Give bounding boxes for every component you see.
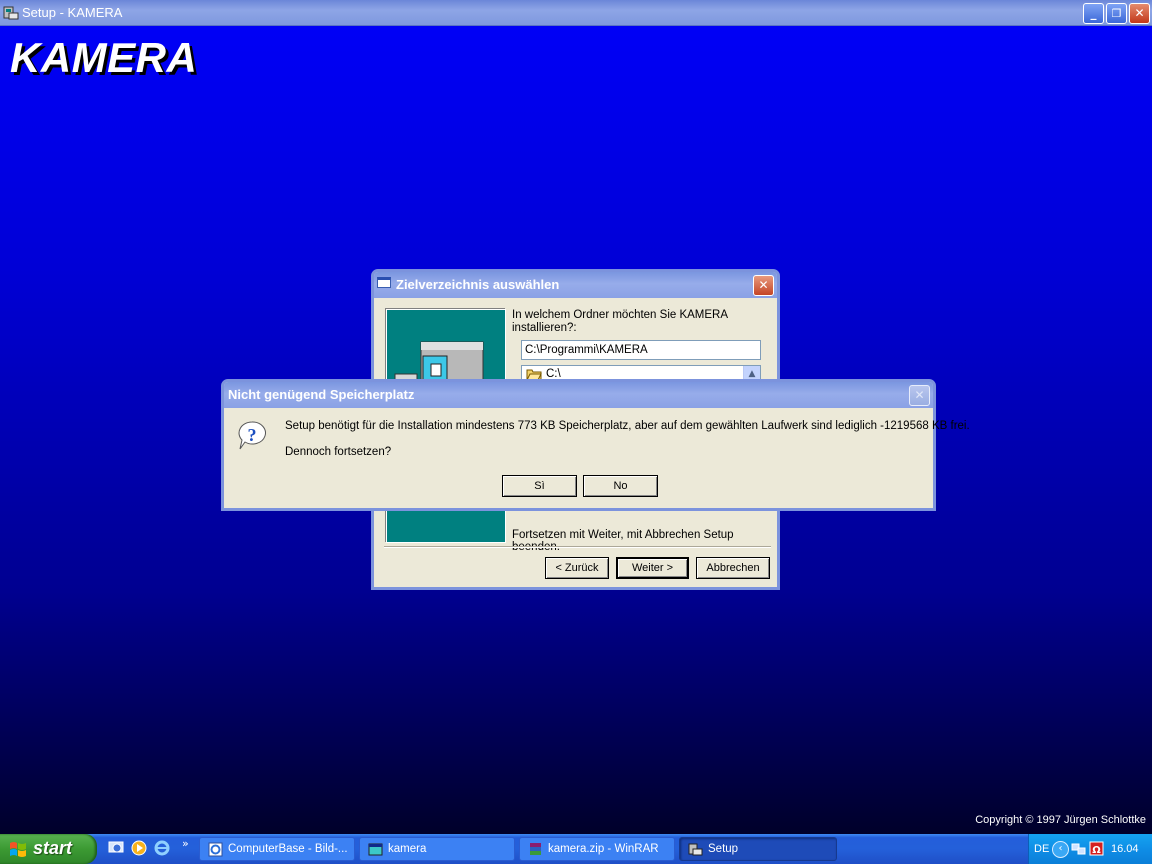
destination-dialog-titlebar: Zielverzeichnis auswählen ✕: [374, 272, 777, 298]
show-hidden-icons-button[interactable]: ‹: [1052, 841, 1069, 858]
copyright-text: Copyright © 1997 Jürgen Schlottke: [975, 814, 1146, 826]
close-icon[interactable]: ✕: [753, 275, 774, 296]
system-tray: DE ‹ Ω 16.04: [1028, 834, 1152, 864]
taskbar-item-label: Setup: [708, 843, 739, 855]
install-path-input[interactable]: [521, 340, 761, 360]
svg-text:Ω: Ω: [1092, 845, 1101, 856]
taskbar-item-label: kamera: [388, 843, 427, 855]
winrar-icon: [530, 843, 541, 855]
start-button[interactable]: start: [0, 834, 97, 864]
question-icon: ?: [238, 421, 266, 450]
folder-prompt: In welchem Ordner möchten Sie KAMERA ins…: [512, 309, 728, 334]
svg-text:?: ?: [248, 425, 257, 445]
window-icon: [377, 277, 391, 288]
message-box-titlebar: Nicht genügend Speicherplatz ✕: [224, 382, 933, 408]
taskbar-item-kamera[interactable]: kamera: [359, 837, 515, 861]
taskbar: start » ComputerBase - Bild-... kamera k…: [0, 834, 1152, 864]
antivirus-icon[interactable]: Ω: [1089, 841, 1104, 856]
taskbar-item-label: ComputerBase - Bild-...: [228, 843, 348, 855]
browser-icon: [208, 842, 223, 857]
close-button[interactable]: ✕: [1129, 3, 1150, 24]
taskbar-item-label: kamera.zip - WinRAR: [548, 843, 659, 855]
windows-logo-icon: [10, 842, 26, 857]
setup-icon: [688, 843, 703, 856]
clock: 16.04: [1111, 843, 1139, 855]
yes-button[interactable]: Sì: [502, 475, 577, 497]
product-banner: KAMERA: [10, 34, 198, 81]
no-button[interactable]: No: [583, 475, 658, 497]
next-button[interactable]: Weiter >: [616, 557, 689, 579]
internet-explorer-icon[interactable]: [154, 840, 170, 856]
media-player-icon[interactable]: [131, 840, 147, 856]
back-button[interactable]: < Zurück: [545, 557, 609, 579]
start-label: start: [33, 838, 73, 858]
message-box: Nicht genügend Speicherplatz ✕ ? Setup b…: [221, 379, 970, 511]
network-icon[interactable]: [1071, 841, 1086, 856]
message-box-title: Nicht genügend Speicherplatz: [228, 387, 415, 402]
minimize-button[interactable]: _: [1083, 3, 1104, 24]
setup-icon: [3, 6, 19, 20]
destination-dialog-title: Zielverzeichnis auswählen: [396, 277, 560, 292]
close-icon[interactable]: ✕: [909, 385, 930, 406]
taskbar-item-winrar[interactable]: kamera.zip - WinRAR: [519, 837, 675, 861]
quick-launch-more[interactable]: »: [182, 837, 189, 850]
taskbar-item-browser[interactable]: ComputerBase - Bild-...: [199, 837, 355, 861]
restore-button[interactable]: ❐: [1106, 3, 1127, 24]
divider: [384, 546, 771, 548]
window-title: Setup - KAMERA: [22, 5, 123, 20]
message-text: Setup benötigt für die Installation mind…: [285, 420, 970, 432]
desktop-icon[interactable]: [108, 840, 124, 856]
taskbar-item-setup[interactable]: Setup: [679, 837, 837, 861]
main-titlebar: Setup - KAMERA _ ❐ ✕: [0, 0, 1152, 26]
question-text: Dennoch fortsetzen?: [285, 446, 392, 458]
cancel-button[interactable]: Abbrechen: [696, 557, 770, 579]
continue-hint: Fortsetzen mit Weiter, mit Abbrechen Set…: [512, 529, 734, 553]
language-indicator[interactable]: DE: [1034, 843, 1049, 855]
folder-window-icon: [368, 843, 383, 856]
